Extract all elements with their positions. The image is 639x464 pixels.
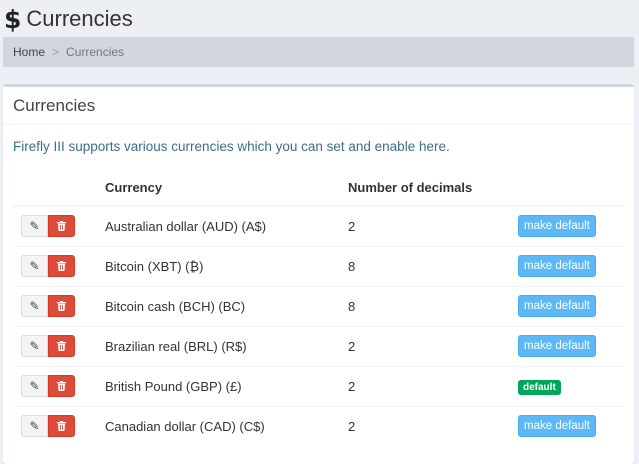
currencies-box: Currencies Firefly III supports various …	[3, 84, 634, 464]
currency-decimals: 2	[348, 405, 518, 446]
actions-cell: ✎	[13, 205, 105, 246]
row-actions: ✎	[21, 255, 75, 277]
table-header-row: Currency Number of decimals	[13, 170, 625, 207]
default-cell: make default	[518, 405, 625, 446]
currencies-table: Currency Number of decimals ✎ Australian…	[13, 170, 625, 446]
actions-cell: ✎	[13, 405, 105, 446]
edit-button[interactable]: ✎	[21, 255, 48, 277]
breadcrumb: Home > Currencies	[3, 37, 634, 67]
make-default-button[interactable]: make default	[518, 215, 596, 238]
currency-name: Bitcoin cash (BCH) (BC)	[105, 285, 348, 326]
row-actions: ✎	[21, 215, 75, 238]
default-cell: make default	[518, 245, 625, 286]
make-default-button[interactable]: make default	[518, 415, 596, 438]
delete-button[interactable]	[48, 415, 75, 438]
row-actions: ✎	[21, 375, 75, 397]
row-actions: ✎	[21, 295, 75, 317]
currency-name: Brazilian real (BRL) (R$)	[105, 325, 348, 366]
table-row: ✎ Australian dollar (AUD) (A$) 2 make de…	[13, 205, 625, 246]
page-title: Currencies	[26, 6, 133, 31]
currency-decimals: 2	[348, 205, 518, 246]
edit-button[interactable]: ✎	[21, 295, 48, 317]
actions-cell: ✎	[13, 325, 105, 366]
currency-decimals: 2	[348, 365, 518, 406]
table-row: ✎ Bitcoin cash (BCH) (BC) 8 make default	[13, 285, 625, 326]
table-row: ✎ British Pound (GBP) (£) 2 default	[13, 365, 625, 406]
pencil-icon: ✎	[29, 259, 40, 273]
trash-icon	[57, 341, 66, 351]
trash-icon	[57, 221, 66, 232]
edit-button[interactable]: ✎	[21, 375, 48, 397]
currency-name: Canadian dollar (CAD) (C$)	[105, 405, 348, 446]
edit-button[interactable]: ✎	[21, 335, 48, 357]
delete-button[interactable]	[48, 295, 75, 317]
table-row: ✎ Brazilian real (BRL) (R$) 2 make defau…	[13, 325, 625, 366]
default-cell: default	[518, 365, 625, 406]
breadcrumb-separator: >	[52, 45, 60, 59]
actions-cell: ✎	[13, 245, 105, 286]
box-header: Currencies	[3, 87, 634, 125]
currency-name: British Pound (GBP) (£)	[105, 365, 348, 406]
delete-button[interactable]	[48, 255, 75, 277]
currency-name: Bitcoin (XBT) (₿)	[105, 245, 348, 286]
default-cell: make default	[518, 205, 625, 246]
page-header: $ Currencies	[4, 4, 133, 34]
currency-name: Australian dollar (AUD) (A$)	[105, 205, 348, 246]
breadcrumb-current: Currencies	[66, 45, 125, 59]
table-row: ✎ Canadian dollar (CAD) (C$) 2 make defa…	[13, 405, 625, 446]
make-default-button[interactable]: make default	[518, 255, 596, 277]
edit-button[interactable]: ✎	[21, 215, 48, 238]
pencil-icon: ✎	[29, 339, 40, 353]
header-decimals: Number of decimals	[348, 170, 518, 207]
header-default	[518, 170, 625, 207]
delete-button[interactable]	[48, 375, 75, 397]
actions-cell: ✎	[13, 285, 105, 326]
default-label: default	[518, 379, 561, 395]
pencil-icon: ✎	[29, 219, 40, 234]
currency-decimals: 2	[348, 325, 518, 366]
box-title: Currencies	[13, 95, 96, 115]
row-actions: ✎	[21, 335, 75, 357]
pencil-icon: ✎	[29, 299, 40, 313]
trash-icon	[57, 301, 66, 311]
actions-cell: ✎	[13, 365, 105, 406]
edit-button[interactable]: ✎	[21, 415, 48, 438]
table-row: ✎ Bitcoin (XBT) (₿) 8 make default	[13, 245, 625, 286]
dollar-icon: $	[4, 4, 22, 34]
intro-text: Firefly III supports various currencies …	[13, 139, 450, 154]
trash-icon	[57, 261, 66, 271]
header-actions	[13, 170, 105, 207]
default-cell: make default	[518, 285, 625, 326]
pencil-icon: ✎	[29, 419, 40, 434]
make-default-button[interactable]: make default	[518, 295, 596, 317]
breadcrumb-home-link[interactable]: Home	[13, 45, 45, 59]
header-currency: Currency	[105, 170, 348, 207]
currency-decimals: 8	[348, 245, 518, 286]
trash-icon	[57, 421, 66, 432]
currency-decimals: 8	[348, 285, 518, 326]
make-default-button[interactable]: make default	[518, 335, 596, 357]
delete-button[interactable]	[48, 335, 75, 357]
pencil-icon: ✎	[29, 379, 40, 393]
trash-icon	[57, 381, 66, 391]
delete-button[interactable]	[48, 215, 75, 238]
default-cell: make default	[518, 325, 625, 366]
row-actions: ✎	[21, 415, 75, 438]
